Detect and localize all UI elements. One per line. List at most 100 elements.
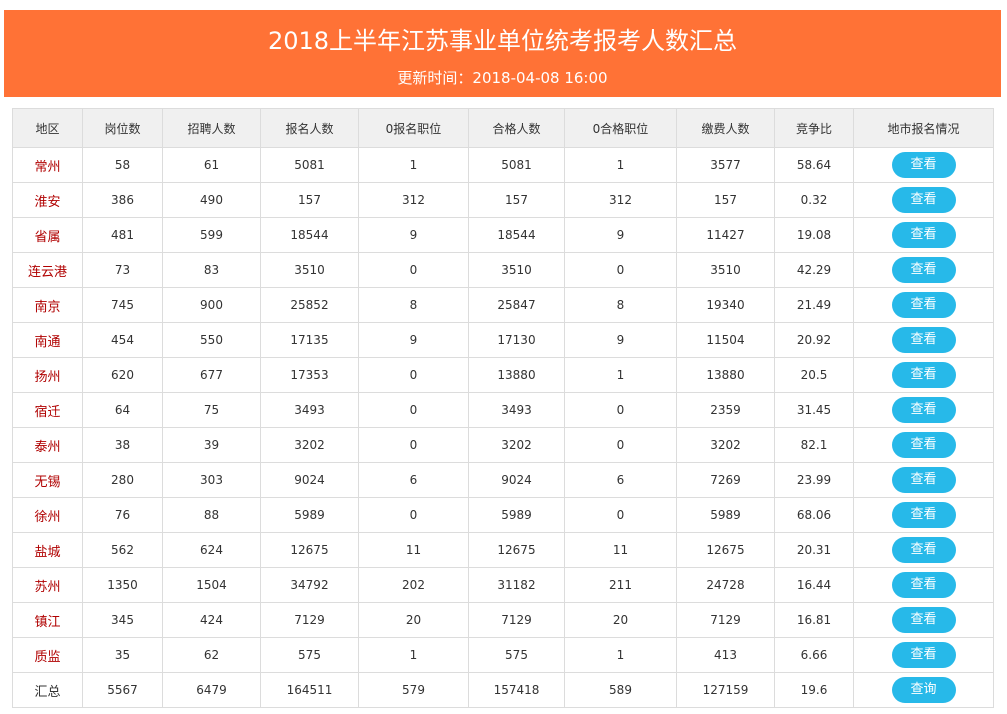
paid-cell: 11427 — [676, 217, 775, 253]
ratio-cell: 0.32 — [774, 182, 854, 218]
page-title: 2018上半年江苏事业单位统考报考人数汇总 — [267, 27, 738, 55]
region-cell: 镇江 — [12, 602, 83, 638]
table-row: 南京 745 900 25852 8 25847 8 19340 21.49 查看 — [12, 287, 994, 323]
summary-table: 地区 岗位数 招聘人数 报名人数 0报名职位 合格人数 0合格职位 缴费人数 竞… — [12, 108, 994, 708]
view-button[interactable]: 查看 — [891, 327, 956, 353]
table-row: 徐州 76 88 5989 0 5989 0 5989 68.06 查看 — [12, 497, 994, 533]
view-button[interactable]: 查看 — [891, 152, 956, 178]
region-cell: 南通 — [12, 322, 83, 358]
hires-cell: 303 — [162, 462, 261, 498]
applicants-cell: 575 — [260, 637, 359, 673]
zero-qualified-cell: 1 — [564, 147, 677, 183]
view-button[interactable]: 查看 — [891, 607, 956, 633]
paid-cell: 19340 — [676, 287, 775, 323]
region-cell: 苏州 — [12, 567, 83, 603]
qualified-cell: 3493 — [468, 392, 565, 428]
zero-apply-cell: 0 — [358, 392, 469, 428]
action-cell: 查看 — [853, 532, 994, 568]
ratio-cell: 16.44 — [774, 567, 854, 603]
hires-cell: 624 — [162, 532, 261, 568]
hires-cell: 75 — [162, 392, 261, 428]
col-header-ratio: 竞争比 — [774, 108, 854, 148]
applicants-cell: 7129 — [260, 602, 359, 638]
paid-cell: 7269 — [676, 462, 775, 498]
qualified-cell: 12675 — [468, 532, 565, 568]
posts-cell: 345 — [82, 602, 163, 638]
action-cell: 查看 — [853, 427, 994, 463]
action-cell: 查看 — [853, 567, 994, 603]
qualified-cell: 157418 — [468, 672, 565, 708]
applicants-cell: 3493 — [260, 392, 359, 428]
zero-apply-cell: 0 — [358, 497, 469, 533]
view-button[interactable]: 查看 — [891, 502, 956, 528]
table-row: 省属 481 599 18544 9 18544 9 11427 19.08 查看 — [12, 217, 994, 253]
hires-cell: 424 — [162, 602, 261, 638]
qualified-cell: 17130 — [468, 322, 565, 358]
zero-apply-cell: 1 — [358, 637, 469, 673]
table-body: 常州 58 61 5081 1 5081 1 3577 58.64 查看 淮安 386 490 157 31… — [12, 147, 994, 708]
action-cell: 查看 — [853, 147, 994, 183]
applicants-cell: 164511 — [260, 672, 359, 708]
table-row: 质监 35 62 575 1 575 1 413 6.66 查看 — [12, 637, 994, 673]
action-cell: 查看 — [853, 182, 994, 218]
ratio-cell: 19.6 — [774, 672, 854, 708]
posts-cell: 481 — [82, 217, 163, 253]
query-button[interactable]: 查询 — [891, 677, 956, 703]
view-button[interactable]: 查看 — [891, 222, 956, 248]
view-button[interactable]: 查看 — [891, 187, 956, 213]
paid-cell: 5989 — [676, 497, 775, 533]
action-cell: 查看 — [853, 637, 994, 673]
qualified-cell: 5989 — [468, 497, 565, 533]
ratio-cell: 19.08 — [774, 217, 854, 253]
col-header-zero-apply: 0报名职位 — [358, 108, 469, 148]
action-cell: 查看 — [853, 497, 994, 533]
view-button[interactable]: 查看 — [891, 467, 956, 493]
hires-cell: 6479 — [162, 672, 261, 708]
view-button[interactable]: 查看 — [891, 537, 956, 563]
ratio-cell: 20.92 — [774, 322, 854, 358]
posts-cell: 454 — [82, 322, 163, 358]
applicants-cell: 17353 — [260, 357, 359, 393]
view-button[interactable]: 查看 — [891, 642, 956, 668]
posts-cell: 73 — [82, 252, 163, 288]
ratio-cell: 20.31 — [774, 532, 854, 568]
region-cell: 常州 — [12, 147, 83, 183]
zero-qualified-cell: 1 — [564, 357, 677, 393]
zero-apply-cell: 202 — [358, 567, 469, 603]
region-cell: 质监 — [12, 637, 83, 673]
hires-cell: 83 — [162, 252, 261, 288]
zero-apply-cell: 312 — [358, 182, 469, 218]
view-button[interactable]: 查看 — [891, 572, 956, 598]
zero-qualified-cell: 589 — [564, 672, 677, 708]
view-button[interactable]: 查看 — [891, 362, 956, 388]
paid-cell: 13880 — [676, 357, 775, 393]
col-header-zero-qualified: 0合格职位 — [564, 108, 677, 148]
zero-qualified-cell: 9 — [564, 322, 677, 358]
zero-apply-cell: 579 — [358, 672, 469, 708]
hires-cell: 900 — [162, 287, 261, 323]
col-header-applicants: 报名人数 — [260, 108, 359, 148]
qualified-cell: 5081 — [468, 147, 565, 183]
view-button[interactable]: 查看 — [891, 432, 956, 458]
qualified-cell: 31182 — [468, 567, 565, 603]
zero-qualified-cell: 0 — [564, 427, 677, 463]
applicants-cell: 17135 — [260, 322, 359, 358]
qualified-cell: 157 — [468, 182, 565, 218]
paid-cell: 157 — [676, 182, 775, 218]
view-button[interactable]: 查看 — [891, 397, 956, 423]
posts-cell: 76 — [82, 497, 163, 533]
posts-cell: 745 — [82, 287, 163, 323]
zero-qualified-cell: 312 — [564, 182, 677, 218]
table-header-row: 地区 岗位数 招聘人数 报名人数 0报名职位 合格人数 0合格职位 缴费人数 竞… — [12, 108, 994, 148]
hires-cell: 39 — [162, 427, 261, 463]
ratio-cell: 23.99 — [774, 462, 854, 498]
table-row: 常州 58 61 5081 1 5081 1 3577 58.64 查看 — [12, 147, 994, 183]
paid-cell: 3202 — [676, 427, 775, 463]
col-header-hires: 招聘人数 — [162, 108, 261, 148]
zero-apply-cell: 20 — [358, 602, 469, 638]
paid-cell: 11504 — [676, 322, 775, 358]
view-button[interactable]: 查看 — [891, 257, 956, 283]
view-button[interactable]: 查看 — [891, 292, 956, 318]
posts-cell: 35 — [82, 637, 163, 673]
zero-apply-cell: 8 — [358, 287, 469, 323]
